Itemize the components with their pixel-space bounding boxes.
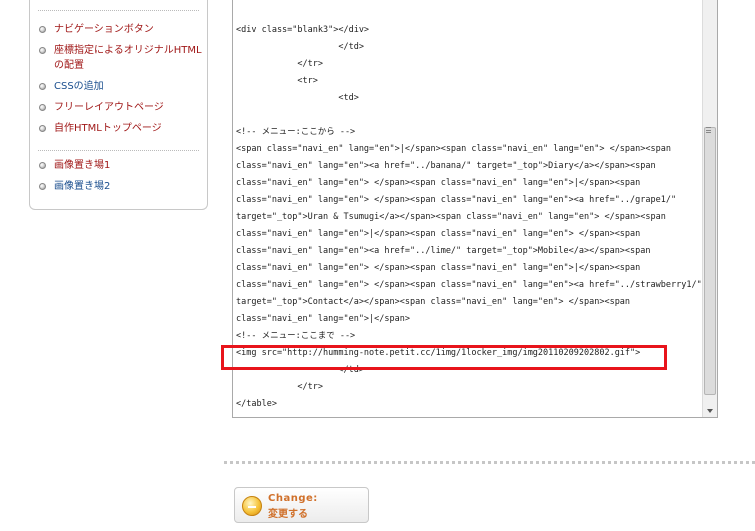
code-line: class="navi_en" lang="en"><a href="../li…: [236, 246, 651, 256]
code-line: </td>: [236, 42, 364, 52]
sidebar-item-label[interactable]: フリーレイアウトページ: [54, 102, 164, 113]
sidebar-item-label[interactable]: 画像置き場2: [54, 181, 110, 192]
bullet-icon: [39, 83, 46, 90]
bullet-icon: [39, 47, 46, 54]
code-line: <!-- メニュー:ここから -->: [236, 127, 356, 137]
sidebar-item-label[interactable]: 画像置き場1: [54, 160, 110, 171]
code-line: </table>: [236, 399, 277, 409]
code-line: class="navi_en" lang="en">|</span><span …: [236, 229, 641, 239]
code-line: <tr>: [236, 76, 318, 86]
sidebar-menu-2: 画像置き場1 画像置き場2: [39, 158, 110, 200]
bullet-icon: [39, 162, 46, 169]
code-line: target="_top">Uran & Tsumugi</a></span><…: [236, 212, 666, 222]
code-line: <td>: [236, 93, 359, 103]
change-button-label-ja: 変更する: [268, 509, 308, 520]
sidebar-item-image-storage-1[interactable]: 画像置き場1: [39, 158, 110, 173]
code-line: <div class="blank3"></div>: [236, 25, 370, 35]
code-line: </tr>: [236, 382, 323, 392]
highlight-box: [221, 345, 667, 370]
code-line: </tr>: [236, 59, 323, 69]
code-line: class="navi_en" lang="en">|</span>: [236, 314, 410, 324]
code-line: class="navi_en" lang="en"><a href="../ba…: [236, 161, 656, 171]
sidebar-item-navigation-button[interactable]: ナビゲーションボタン: [39, 22, 207, 37]
sidebar-item-image-storage-2[interactable]: 画像置き場2: [39, 179, 110, 194]
code-line: class="navi_en" lang="en"> </span><span …: [236, 178, 641, 188]
scroll-down-arrow-icon[interactable]: [707, 409, 713, 413]
vertical-scrollbar[interactable]: [702, 0, 717, 417]
code-line: class="navi_en" lang="en"> </span><span …: [236, 195, 677, 205]
sidebar-item-coordinate-html[interactable]: 座標指定によるオリジナルHTMLの配置: [39, 43, 207, 73]
code-line: target="_top">Contact</a></span><span cl…: [236, 297, 631, 307]
sidebar-item-label[interactable]: 座標指定によるオリジナルHTMLの配置: [54, 45, 202, 71]
sidebar-item-label[interactable]: 自作HTMLトップページ: [54, 123, 162, 134]
sidebar-divider: [38, 150, 199, 151]
bullet-icon: [39, 26, 46, 33]
change-button[interactable]: Change: 変更する: [234, 487, 369, 523]
sidebar-item-free-layout[interactable]: フリーレイアウトページ: [39, 100, 207, 115]
code-line: class="navi_en" lang="en"> </span><span …: [236, 263, 641, 273]
sidebar-divider: [38, 10, 199, 11]
sidebar-menu-1: ナビゲーションボタン 座標指定によるオリジナルHTMLの配置 CSSの追加 フリ…: [39, 22, 207, 142]
code-line: <span class="navi_en" lang="en">|</span>…: [236, 144, 671, 154]
scrollbar-thumb[interactable]: [704, 127, 716, 395]
sidebar-panel: ナビゲーションボタン 座標指定によるオリジナルHTMLの配置 CSSの追加 フリ…: [29, 0, 208, 210]
section-divider: [224, 461, 755, 464]
sidebar-item-label[interactable]: CSSの追加: [54, 81, 104, 92]
sidebar-item-custom-top[interactable]: 自作HTMLトップページ: [39, 121, 207, 136]
change-button-label-en: Change:: [268, 493, 318, 504]
sidebar-item-add-css[interactable]: CSSの追加: [39, 79, 207, 94]
change-icon: [242, 496, 262, 516]
scrollbar-grip-icon: [706, 127, 711, 133]
bullet-icon: [39, 183, 46, 190]
bullet-icon: [39, 104, 46, 111]
bullet-icon: [39, 125, 46, 132]
code-line: class="navi_en" lang="en"> </span><span …: [236, 280, 702, 290]
sidebar-item-label[interactable]: ナビゲーションボタン: [54, 24, 154, 35]
code-line: <!-- メニュー:ここまで -->: [236, 331, 356, 341]
